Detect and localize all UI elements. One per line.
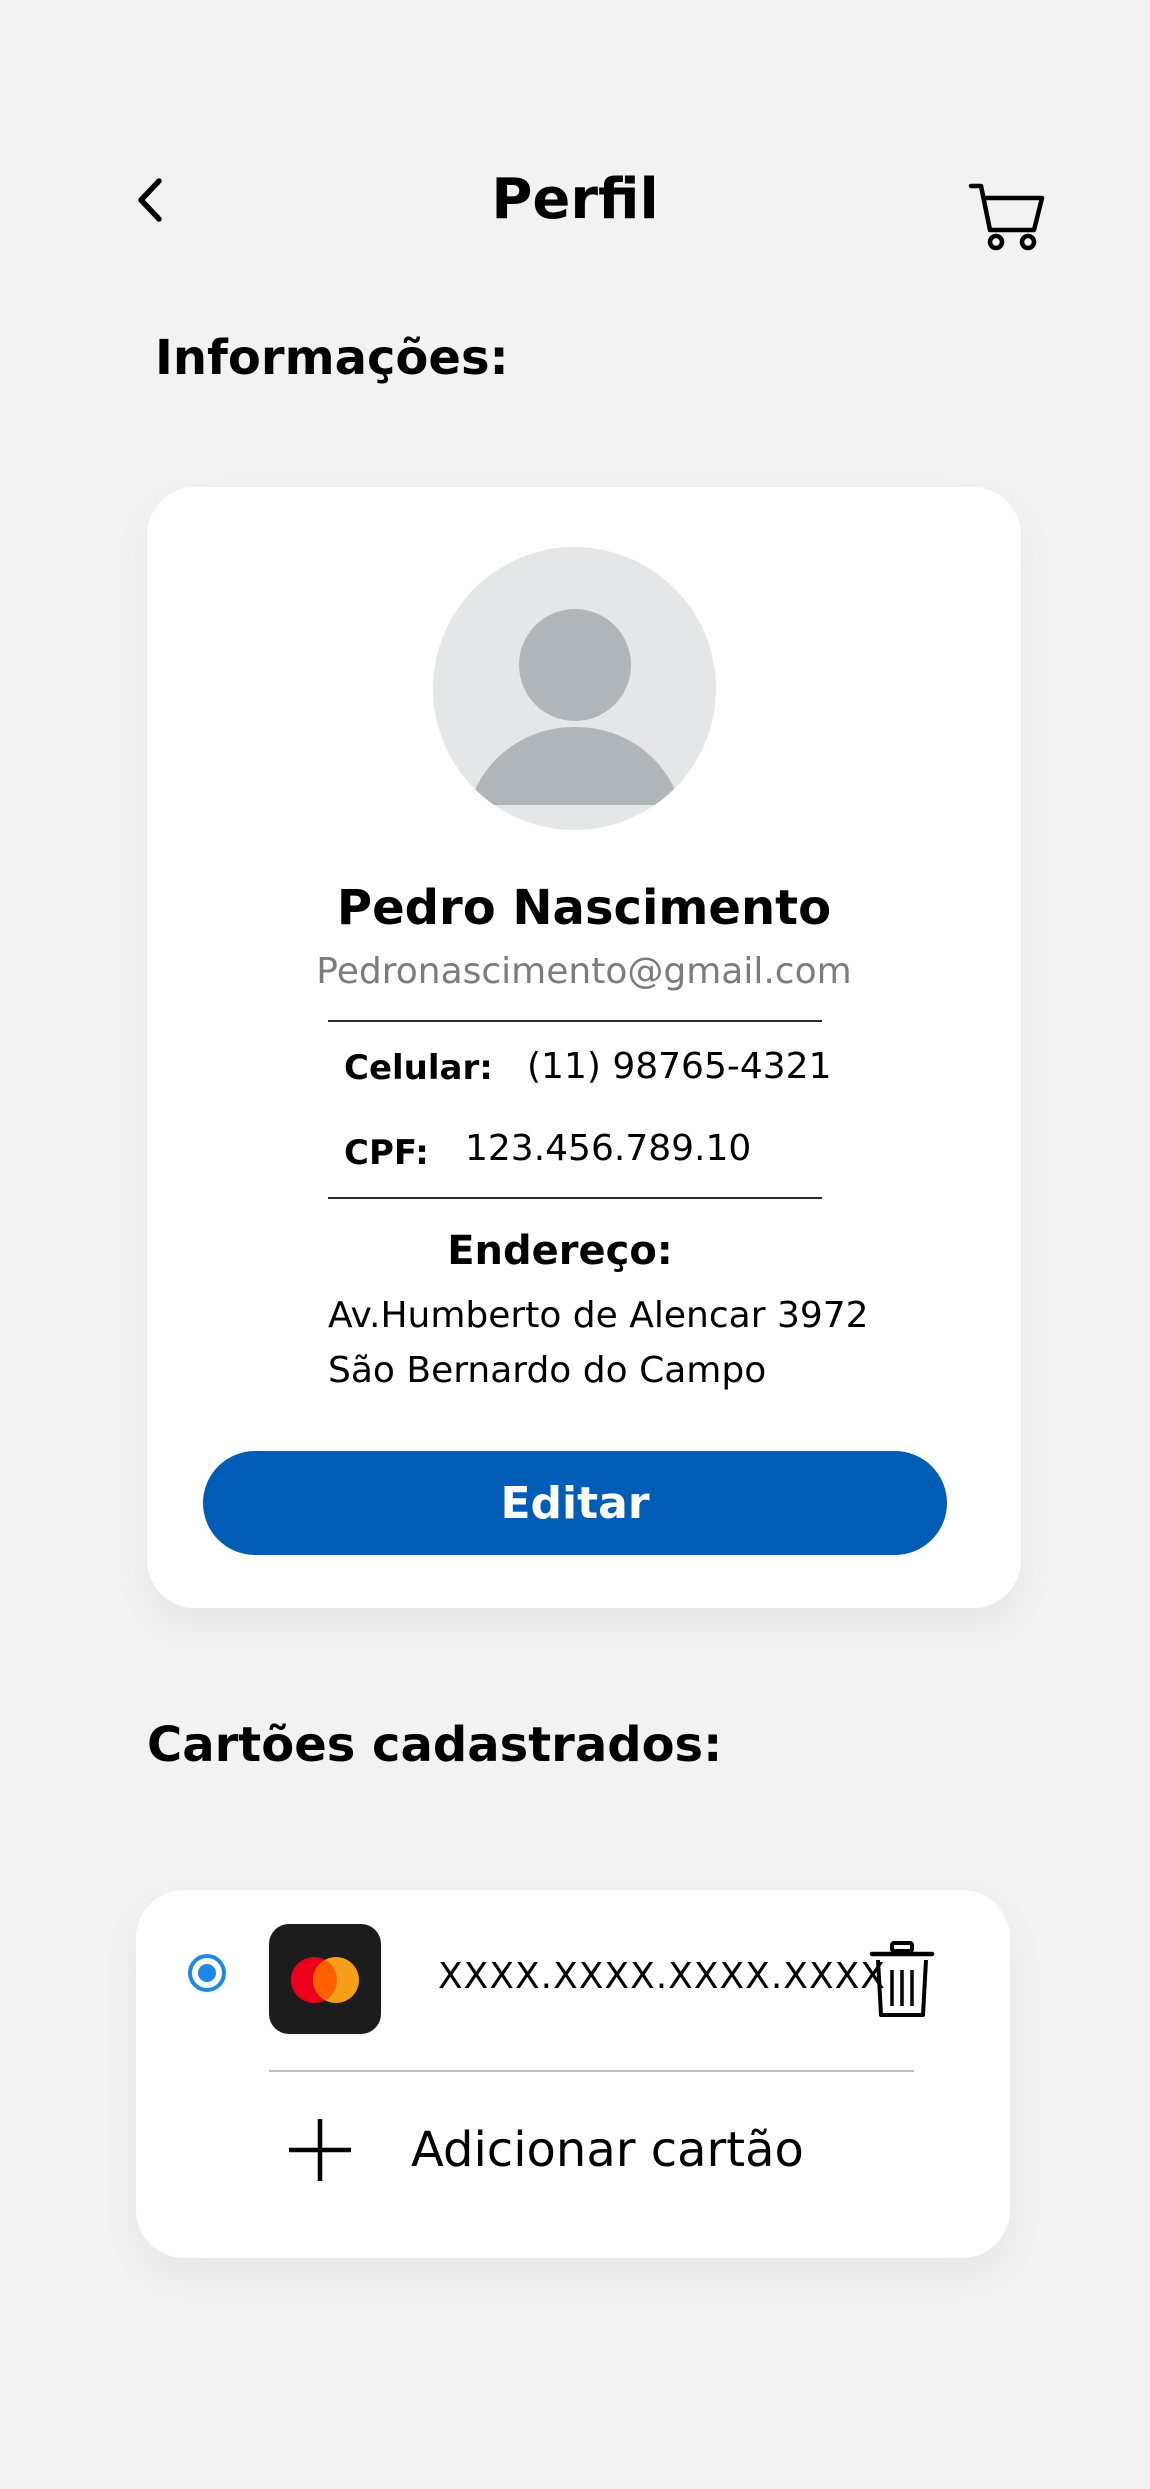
divider — [269, 2070, 914, 2072]
delete-card-button[interactable] — [868, 1940, 936, 2020]
cards-section-title: Cartões cadastrados: — [147, 1717, 723, 1773]
cart-button[interactable] — [968, 180, 1048, 254]
edit-button[interactable]: Editar — [203, 1451, 947, 1555]
phone-label: Celular: — [344, 1048, 493, 1088]
cart-icon — [968, 183, 1045, 251]
add-card-label: Adicionar cartão — [411, 2122, 804, 2178]
address-line-2: São Bernardo do Campo — [328, 1350, 767, 1391]
add-card-button[interactable]: Adicionar cartão — [285, 2112, 845, 2188]
mastercard-icon — [269, 1924, 381, 2034]
info-section-title: Informações: — [155, 330, 509, 386]
divider — [328, 1020, 822, 1022]
user-email: Pedronascimento@gmail.com — [316, 951, 852, 992]
address-label: Endereço: — [447, 1228, 673, 1274]
trash-icon — [869, 1941, 935, 2017]
edit-button-label: Editar — [500, 1477, 650, 1529]
card-select-radio[interactable] — [187, 1953, 227, 1993]
user-name: Pedro Nascimento — [336, 880, 832, 936]
phone-value: (11) 98765-4321 — [527, 1046, 832, 1087]
card-number: XXXX.XXXX.XXXX.XXXX — [438, 1956, 886, 1997]
plus-icon — [289, 2119, 351, 2181]
address-line-1: Av.Humberto de Alencar 3972 — [328, 1295, 869, 1336]
cpf-label: CPF: — [344, 1133, 429, 1173]
divider — [328, 1197, 822, 1199]
cpf-value: 123.456.789.10 — [465, 1128, 752, 1169]
user-avatar-icon — [433, 547, 716, 830]
